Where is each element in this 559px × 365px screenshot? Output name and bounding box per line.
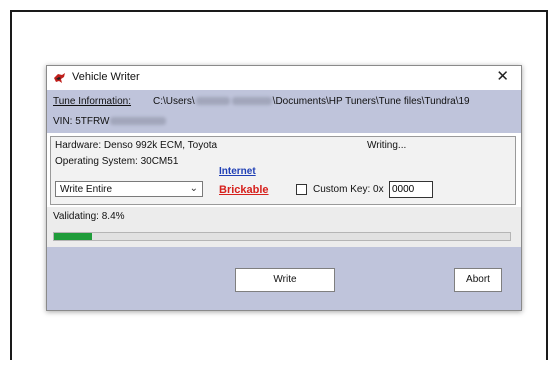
write-options-panel: Hardware: Denso 992k ECM, Toyota Writing… (50, 136, 516, 205)
redacted-username (195, 97, 230, 106)
progress-fill (54, 233, 93, 240)
button-band: Write Abort (47, 247, 521, 310)
vehicle-writer-window: Vehicle Writer ✕ Tune Information: C:\Us… (46, 65, 522, 311)
app-logo-icon (54, 73, 65, 83)
path-start: C:\Users\ (153, 96, 195, 107)
path-end: \Documents\HP Tuners\Tune files\Tundra\1… (272, 96, 470, 107)
close-button[interactable]: ✕ (496, 68, 509, 86)
title-bar: Vehicle Writer ✕ (47, 66, 521, 90)
redacted-username-2 (231, 97, 272, 106)
write-button[interactable]: Write (235, 268, 335, 292)
brickable-link[interactable]: Brickable (219, 184, 269, 196)
progress-bar (53, 232, 511, 241)
window-title: Vehicle Writer (72, 71, 140, 83)
custom-key-checkbox[interactable] (296, 184, 307, 195)
progress-area: Validating: 8.4% (47, 207, 521, 247)
tune-info-band: Tune Information: C:\Users\ \Documents\HP… (47, 90, 521, 133)
status-text: Writing... (367, 140, 407, 151)
hardware-text: Hardware: Denso 992k ECM, Toyota (55, 140, 218, 151)
validating-label: Validating: 8.4% (53, 211, 125, 222)
write-mode-select[interactable]: Write Entire ⌄ (55, 181, 203, 197)
chevron-down-icon: ⌄ (189, 183, 198, 194)
tune-info-label: Tune Information: (53, 96, 132, 107)
vin-text: VIN: 5TFRW (53, 116, 110, 127)
custom-key-input[interactable] (389, 181, 433, 198)
vin-row: VIN: 5TFRW (53, 116, 167, 127)
write-mode-value: Write Entire (60, 184, 113, 195)
abort-button[interactable]: Abort (454, 268, 502, 292)
custom-key-label: Custom Key: 0x (313, 184, 384, 195)
internet-link[interactable]: Internet (219, 166, 256, 177)
tune-file-path: C:\Users\ \Documents\HP Tuners\Tune files… (153, 96, 470, 107)
operating-system-text: Operating System: 30CM51 (55, 156, 179, 167)
redacted-vin (110, 117, 167, 126)
